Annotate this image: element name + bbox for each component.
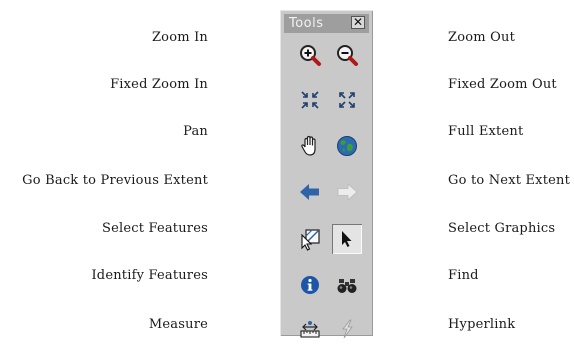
label-zoom-out: Zoom Out [448,30,515,45]
zoom-in-button[interactable] [295,40,325,70]
tools-toolbar: Tools ✕ [280,10,373,339]
back-arrow-icon [300,184,319,200]
zoom-in-icon [300,45,321,66]
info-icon [301,276,319,294]
pan-button[interactable] [295,131,325,161]
binoculars-icon [337,279,357,293]
label-pan: Pan [183,124,208,139]
fixed-zoom-out-icon [339,92,355,108]
fixed-zoom-out-button[interactable] [332,85,362,115]
forward-arrow-icon [337,183,358,201]
label-find: Find [448,268,479,283]
measure-button[interactable] [295,314,325,344]
zoom-out-button[interactable] [332,40,362,70]
hand-icon [301,135,316,156]
measure-icon [300,321,320,338]
label-zoom-in: Zoom In [151,30,208,45]
label-identify-features: Identify Features [91,268,208,283]
arrow-pointer-icon [342,231,352,247]
select-features-button[interactable] [295,224,325,254]
toolbar-titlebar[interactable]: Tools ✕ [284,14,369,33]
select-graphics-button[interactable] [332,224,362,254]
label-fixed-zoom-in: Fixed Zoom In [110,77,208,92]
fixed-zoom-in-icon [301,91,319,109]
close-button[interactable]: ✕ [351,16,365,29]
hyperlink-button[interactable] [332,314,362,344]
lightning-icon [342,319,353,339]
globe-icon [337,136,357,156]
select-features-icon [301,229,320,251]
label-previous-extent: Go Back to Previous Extent [22,173,208,188]
full-extent-button[interactable] [332,131,362,161]
label-next-extent: Go to Next Extent [448,173,571,188]
label-full-extent: Full Extent [448,124,524,139]
toolbar-title: Tools [289,16,324,31]
label-select-graphics: Select Graphics [448,221,556,236]
label-select-features: Select Features [101,221,208,236]
label-hyperlink: Hyperlink [448,317,516,332]
fixed-zoom-in-button[interactable] [295,85,325,115]
label-fixed-zoom-out: Fixed Zoom Out [448,77,557,92]
identify-button[interactable] [295,270,325,300]
find-button[interactable] [332,270,362,300]
next-extent-button[interactable] [332,177,362,207]
previous-extent-button[interactable] [295,177,325,207]
zoom-out-icon [337,45,358,66]
label-measure: Measure [148,317,208,332]
